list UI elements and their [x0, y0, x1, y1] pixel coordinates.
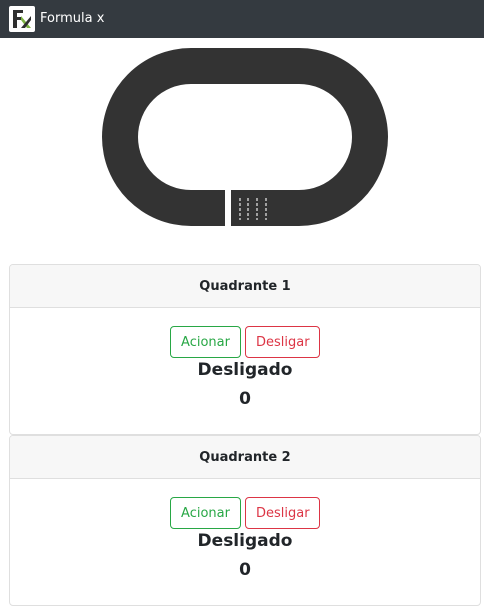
race-track-icon [100, 48, 390, 230]
navbar: Formula x [0, 0, 484, 38]
quadrant-1-activate-button[interactable]: Acionar [170, 326, 241, 358]
quadrant-1-deactivate-button[interactable]: Desligar [245, 326, 320, 358]
quadrant-1-body: Acionar Desligar Desligado 0 [10, 308, 480, 409]
quadrant-1-count: 0 [239, 389, 251, 409]
quadrant-1-card: Quadrante 1 Acionar Desligar Desligado 0 [9, 264, 481, 435]
quadrant-2-activate-button[interactable]: Acionar [170, 497, 241, 529]
brand-title[interactable]: Formula x [40, 11, 104, 26]
quadrant-2-body: Acionar Desligar Desligado 0 [10, 479, 480, 580]
formula-x-logo-icon[interactable] [9, 6, 35, 32]
quadrant-2-actions: Acionar Desligar [10, 479, 480, 529]
quadrant-2-deactivate-button[interactable]: Desligar [245, 497, 320, 529]
quadrant-1-status: Desligado [197, 360, 293, 380]
quadrant-2-card: Quadrante 2 Acionar Desligar Desligado 0 [9, 435, 481, 606]
quadrant-2-count: 0 [239, 560, 251, 580]
quadrant-1-actions: Acionar Desligar [10, 308, 480, 358]
quadrant-2-status: Desligado [197, 531, 293, 551]
quadrant-2-title: Quadrante 2 [10, 436, 480, 479]
quadrant-1-title: Quadrante 1 [10, 265, 480, 308]
